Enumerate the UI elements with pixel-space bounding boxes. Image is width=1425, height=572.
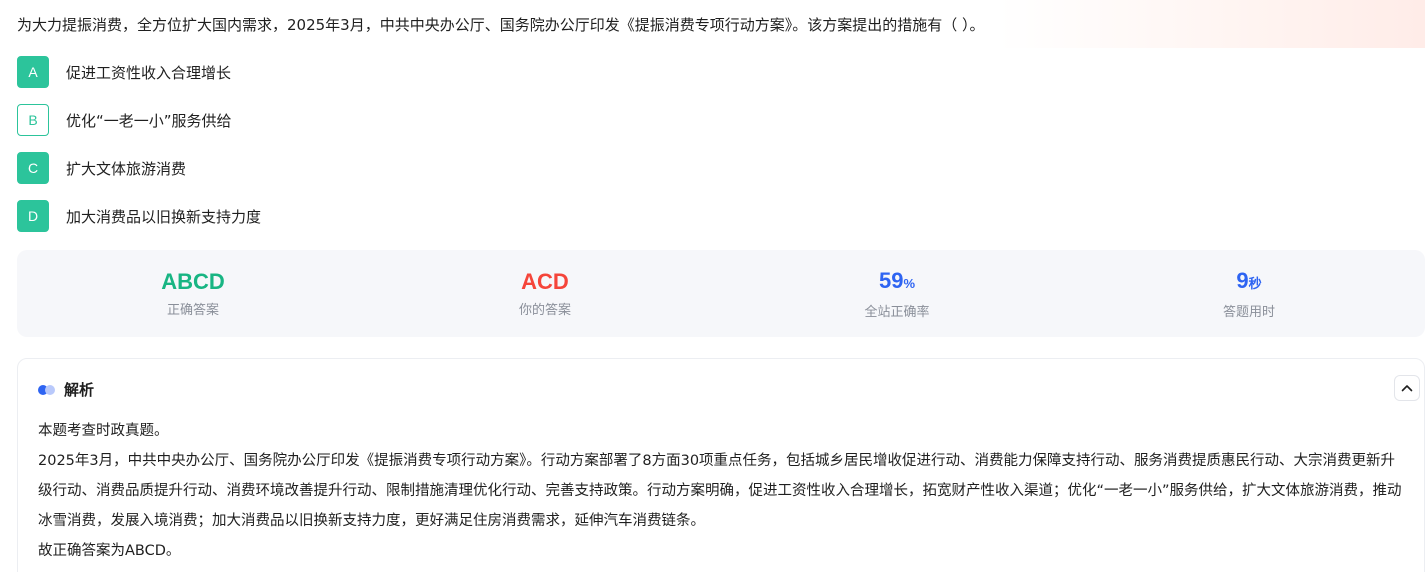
analysis-header: 解析 (38, 379, 94, 400)
time-value: 9 (1236, 267, 1249, 293)
option-d[interactable]: D 加大消费品以旧换新支持力度 (17, 200, 261, 232)
option-a[interactable]: A 促进工资性收入合理增长 (17, 56, 261, 88)
option-b[interactable]: B 优化“一老一小”服务供给 (17, 104, 261, 136)
analysis-body: 本题考查时政真题。 2025年3月，中共中央办公厅、国务院办公厅印发《提振消费专… (38, 416, 1408, 566)
correct-answer-value: ABCD (161, 269, 225, 294)
accuracy-value: 59 (878, 267, 904, 293)
option-d-badge: D (17, 200, 49, 232)
your-answer-value: ACD (521, 269, 569, 294)
accuracy-unit: % (903, 275, 916, 291)
stat-time: 9秒 答题用时 (1073, 250, 1425, 337)
question-page: 为大力提振消费，全方位扩大国内需求，2025年3月，中共中央办公厅、国务院办公厅… (0, 0, 1425, 572)
option-b-badge: B (17, 104, 49, 136)
collapse-button[interactable] (1394, 375, 1420, 401)
option-a-badge: A (17, 56, 49, 88)
stat-accuracy: 59% 全站正确率 (721, 250, 1073, 337)
analysis-panel: 解析 本题考查时政真题。 2025年3月，中共中央办公厅、国务院办公厅印发《提振… (17, 358, 1425, 572)
stat-correct-answer: ABCD 正确答案 (17, 250, 369, 337)
accuracy-label: 全站正确率 (864, 304, 930, 320)
option-c-badge: C (17, 152, 49, 184)
option-c[interactable]: C 扩大文体旅游消费 (17, 152, 261, 184)
correct-answer-label: 正确答案 (166, 303, 219, 318)
analysis-paragraph: 故正确答案为ABCD。 (38, 543, 181, 559)
dots-icon (38, 384, 56, 395)
stat-your-answer: ACD 你的答案 (369, 250, 721, 337)
analysis-paragraph: 2025年3月，中共中央办公厅、国务院办公厅印发《提振消费专项行动方案》。行动方… (38, 453, 1402, 529)
analysis-title: 解析 (64, 381, 95, 399)
option-a-text: 促进工资性收入合理增长 (66, 63, 232, 82)
option-b-text: 优化“一老一小”服务供给 (66, 111, 232, 130)
answer-stats-panel: ABCD 正确答案 ACD 你的答案 59% 全站正确率 9秒 答题用时 (17, 250, 1425, 337)
analysis-paragraph: 本题考查时政真题。 (38, 423, 169, 439)
time-unit: 秒 (1248, 275, 1262, 291)
chevron-up-icon (1401, 385, 1413, 392)
time-label: 答题用时 (1222, 304, 1275, 320)
accuracy-value-row: 59% (879, 268, 915, 297)
time-value-row: 9秒 (1236, 268, 1261, 297)
your-answer-label: 你的答案 (518, 303, 571, 318)
question-text: 为大力提振消费，全方位扩大国内需求，2025年3月，中共中央办公厅、国务院办公厅… (17, 16, 985, 34)
options-list: A 促进工资性收入合理增长 B 优化“一老一小”服务供给 C 扩大文体旅游消费 … (17, 56, 261, 248)
option-c-text: 扩大文体旅游消费 (66, 159, 187, 178)
option-d-text: 加大消费品以旧换新支持力度 (66, 207, 262, 226)
